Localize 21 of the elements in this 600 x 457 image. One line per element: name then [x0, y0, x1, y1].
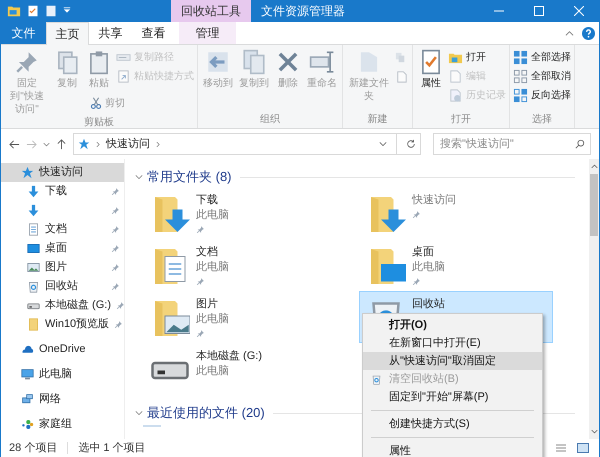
ribbon-group-label: 打开	[450, 113, 472, 127]
folder-location: 此电脑	[196, 364, 230, 379]
folder-name: 下载	[196, 193, 219, 208]
ribbon-group-label: 剪贴板	[83, 116, 115, 129]
folder-location: 此电脑	[412, 260, 445, 275]
folder-name: 回收站	[412, 297, 445, 312]
ribbon-group-label: 组织	[259, 113, 281, 127]
window-title: 文件资源管理器	[260, 3, 346, 20]
folder-location: 快速访问	[412, 193, 456, 208]
folder-location: 此电脑	[196, 260, 229, 275]
folder-name: 图片	[196, 297, 219, 312]
ribbon-group-label: 新建	[366, 113, 388, 127]
folder-location: 此电脑	[196, 312, 229, 327]
folder-name: 本地磁盘 (G:)	[196, 349, 262, 364]
selection-count: 选中 1 个项目	[78, 440, 146, 456]
folder-name: 桌面	[412, 245, 435, 260]
folder-location: 此电脑	[196, 208, 229, 223]
ribbon-group-label: 选择	[531, 113, 553, 127]
contextual-tab-title: 回收站工具	[171, 0, 251, 22]
item-count: 28 个项目	[9, 440, 58, 456]
folder-name: 文档	[196, 245, 219, 260]
